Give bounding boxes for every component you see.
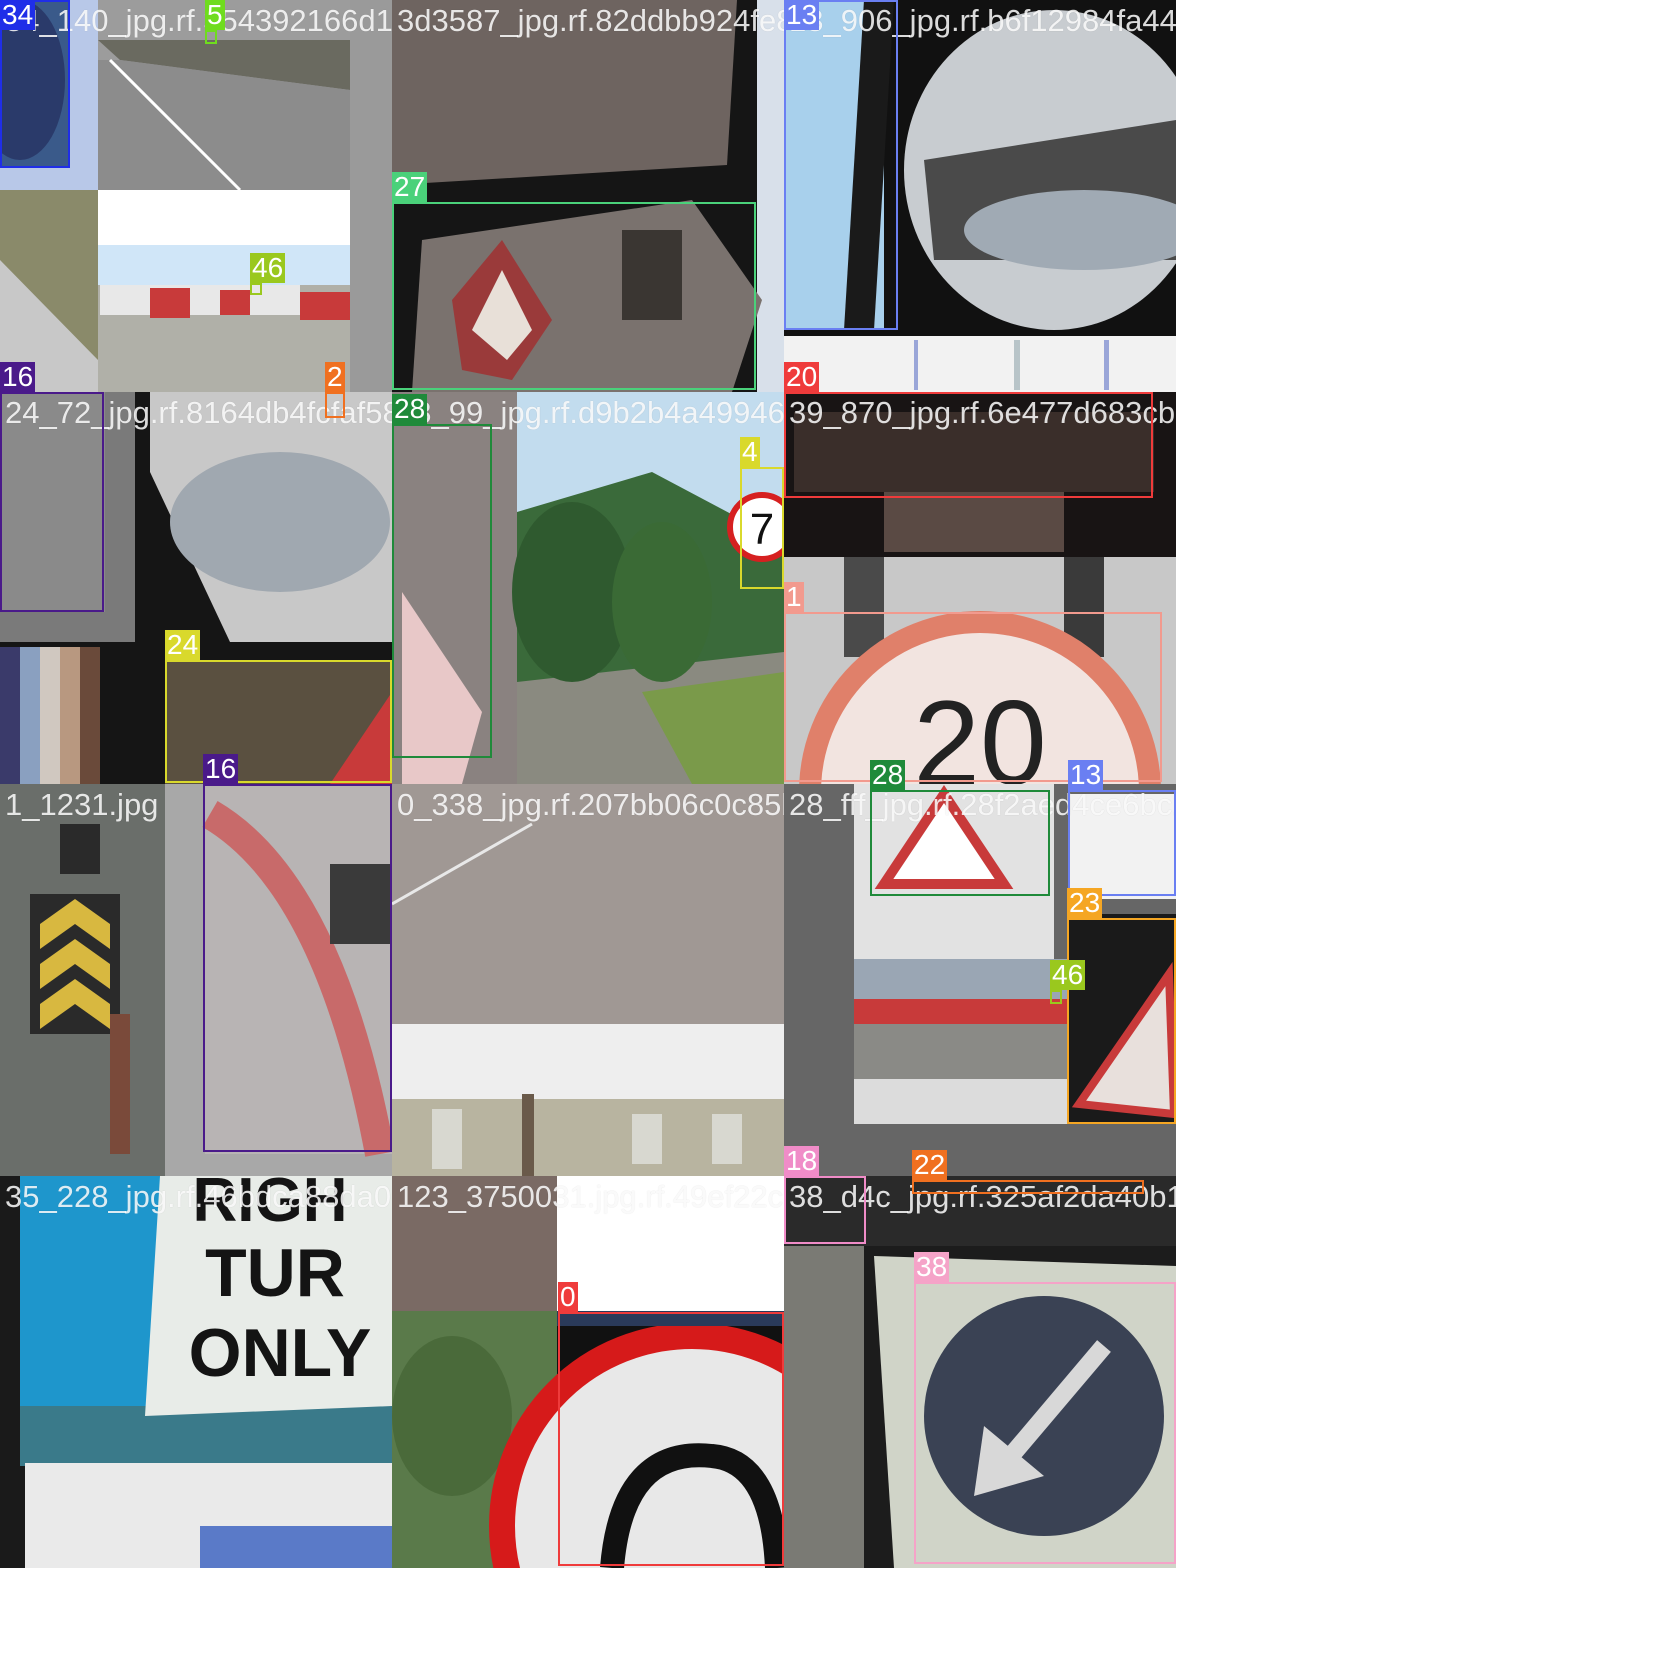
bbox-class-4 bbox=[740, 467, 784, 589]
turn-sign-line2: TUR bbox=[205, 1235, 345, 1311]
mosaic-grid: 34_140_jpg.rf.354392166d1 3d3587_jpg.rf.… bbox=[0, 0, 1664, 1664]
bbox-label: 28 bbox=[392, 393, 428, 424]
bbox-class-22 bbox=[912, 1180, 1144, 1194]
bbox-label: 34 bbox=[0, 0, 36, 30]
bbox-class-46 bbox=[250, 283, 262, 295]
bbox-class-38 bbox=[914, 1282, 1176, 1564]
bbox-class-1 bbox=[784, 612, 1162, 782]
bbox-label: 24 bbox=[165, 629, 201, 660]
bbox-label: 5 bbox=[205, 0, 225, 30]
bbox-label: 2 bbox=[325, 361, 345, 392]
bbox-label: 13 bbox=[1068, 759, 1104, 790]
bbox-label: 46 bbox=[1050, 959, 1086, 990]
bbox-class-23 bbox=[1067, 918, 1176, 1124]
bbox-label: 27 bbox=[392, 171, 428, 202]
bbox-label: 16 bbox=[203, 753, 239, 784]
tile-r3c2: 0_338_jpg.rf.207bb06c0c85b bbox=[392, 784, 784, 1176]
bbox-class-28 bbox=[392, 424, 492, 758]
bbox-label: 1 bbox=[784, 581, 804, 612]
bbox-label: 46 bbox=[250, 252, 286, 283]
bbox-label: 38 bbox=[914, 1251, 950, 1282]
bbox-label: 0 bbox=[558, 1281, 578, 1312]
bbox-label: 13 bbox=[784, 0, 820, 30]
bbox-class-20 bbox=[784, 392, 1153, 498]
bbox-class-27 bbox=[392, 202, 756, 390]
turn-sign-line3: ONLY bbox=[189, 1315, 372, 1391]
bbox-label: 16 bbox=[0, 361, 36, 392]
bbox-class-28 bbox=[870, 790, 1050, 896]
bbox-class-2 bbox=[325, 392, 345, 418]
bbox-label: 22 bbox=[912, 1149, 948, 1180]
bbox-class-46 bbox=[1050, 990, 1062, 1004]
bbox-class-5 bbox=[205, 30, 217, 44]
bbox-class-13 bbox=[784, 0, 898, 330]
turn-only-sign-image: RIGH TUR ONLY bbox=[0, 1176, 392, 1568]
bbox-class-18 bbox=[784, 1176, 866, 1244]
bbox-label: 23 bbox=[1067, 887, 1103, 918]
bbox-label: 18 bbox=[784, 1145, 820, 1176]
bbox-label: 28 bbox=[870, 759, 906, 790]
bbox-label: 20 bbox=[784, 361, 820, 392]
turn-sign-line1: RIGH bbox=[193, 1176, 348, 1235]
bbox-class-16 bbox=[0, 392, 104, 612]
bbox-class-24 bbox=[165, 660, 392, 783]
tile-r4c1: RIGH TUR ONLY 35_228_jpg.rf.46bdca88da0 bbox=[0, 1176, 392, 1568]
plain-road-image bbox=[392, 784, 784, 1176]
bbox-class-13 bbox=[1068, 790, 1176, 896]
bbox-label: 4 bbox=[740, 436, 760, 467]
bbox-class-0 bbox=[558, 1312, 784, 1566]
bbox-class-16 bbox=[203, 784, 392, 1152]
